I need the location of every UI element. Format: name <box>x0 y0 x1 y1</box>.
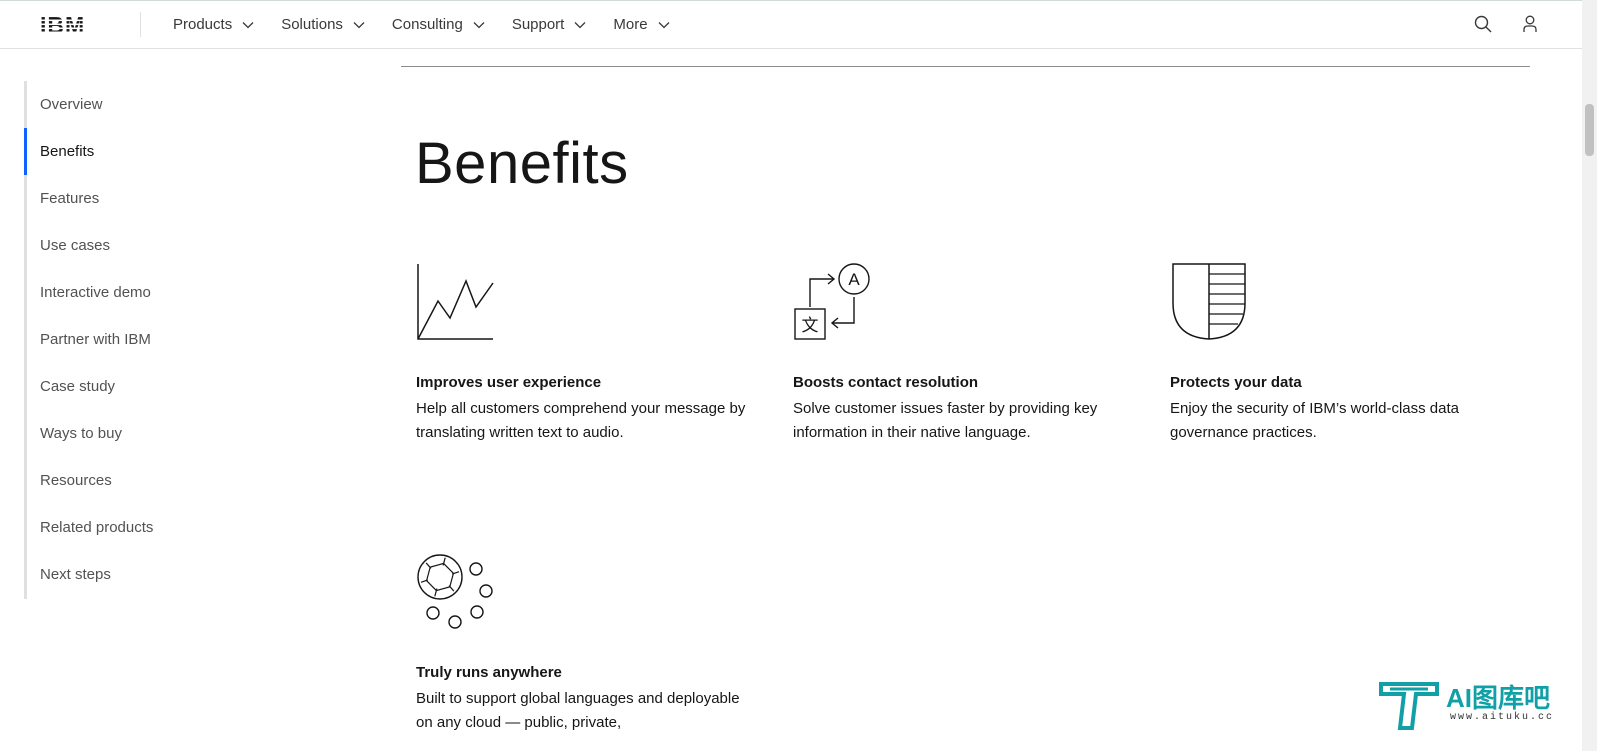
sidenav-benefits[interactable]: Benefits <box>27 128 247 175</box>
benefit-card: A 文 Boosts contact resolution Solve cust… <box>793 263 1123 453</box>
svg-text:文: 文 <box>802 316 819 336</box>
sidenav-use-cases[interactable]: Use cases <box>27 222 247 269</box>
watermark-text: AI图库吧 <box>1446 683 1551 713</box>
sidenav-label: Case study <box>40 378 116 395</box>
sidenav-resources[interactable]: Resources <box>27 457 247 504</box>
sidenav-related-products[interactable]: Related products <box>27 504 247 551</box>
benefit-title: Improves user experience <box>416 374 602 391</box>
sidenav-label: Partner with IBM <box>40 331 151 348</box>
nav-more[interactable]: More <box>600 0 683 49</box>
sidenav-interactive-demo[interactable]: Interactive demo <box>27 269 247 316</box>
sidenav-partner[interactable]: Partner with IBM <box>27 316 247 363</box>
sidenav-label: Ways to buy <box>40 425 122 442</box>
watermark: AI图库吧 www.aituku.cc <box>1378 676 1558 736</box>
sidenav-ways-to-buy[interactable]: Ways to buy <box>27 410 247 457</box>
chart-line-icon <box>417 264 494 340</box>
chevron-down-icon <box>658 21 670 28</box>
nav-support[interactable]: Support <box>499 0 601 49</box>
chevron-down-icon <box>242 21 254 28</box>
ibm-logo[interactable]: IBM <box>40 13 100 37</box>
scrollbar-thumb[interactable] <box>1585 104 1594 156</box>
benefit-description: Built to support global languages and de… <box>416 690 740 731</box>
sidenav-label: Overview <box>40 96 103 113</box>
nav-label: Products <box>173 16 233 33</box>
page-title: Benefits <box>415 131 629 196</box>
chevron-down-icon <box>574 21 586 28</box>
benefit-card: Truly runs anywhere Built to support glo… <box>416 553 746 743</box>
benefit-card: Improves user experience Help all custom… <box>416 263 746 453</box>
user-icon[interactable] <box>1520 14 1540 34</box>
benefit-description: Solve customer issues faster by providin… <box>793 400 1098 441</box>
svg-text:A: A <box>848 270 860 289</box>
chevron-down-icon <box>353 21 365 28</box>
nav-label: More <box>613 16 648 33</box>
cloud-network-icon <box>417 554 493 629</box>
nav-label: Solutions <box>281 16 343 33</box>
page-scrollbar[interactable] <box>1582 0 1597 751</box>
nav-consulting[interactable]: Consulting <box>379 0 499 49</box>
sidenav-features[interactable]: Features <box>27 175 247 222</box>
main-nav: Products Solutions Consulting Support Mo… <box>160 0 684 49</box>
sidenav-label: Interactive demo <box>40 284 151 301</box>
logo-stripes <box>40 15 100 34</box>
nav-label: Consulting <box>391 16 463 33</box>
side-navigation: Overview Benefits Features Use cases Int… <box>24 81 244 599</box>
watermark-logo-icon <box>1379 682 1439 730</box>
benefit-title: Protects your data <box>1170 374 1302 391</box>
nav-solutions[interactable]: Solutions <box>268 0 379 49</box>
sidenav-next-steps[interactable]: Next steps <box>27 551 247 598</box>
section-divider <box>401 66 1530 67</box>
shield-icon <box>1172 263 1246 340</box>
benefit-title: Truly runs anywhere <box>416 664 562 681</box>
nav-products[interactable]: Products <box>160 0 268 49</box>
benefit-title: Boosts contact resolution <box>793 374 979 391</box>
benefit-description: Enjoy the security of IBM’s world-class … <box>1170 400 1460 441</box>
sidenav-label: Benefits <box>40 143 95 160</box>
sidenav-label: Related products <box>40 519 154 536</box>
sidenav-label: Features <box>40 190 100 207</box>
sidenav-label: Resources <box>40 472 112 489</box>
logo-divider <box>140 12 141 37</box>
nav-label: Support <box>511 16 565 33</box>
sidenav-overview[interactable]: Overview <box>27 81 247 128</box>
watermark-url: www.aituku.cc <box>1450 712 1555 723</box>
chevron-down-icon <box>473 21 485 28</box>
benefit-description: Help all customers comprehend your messa… <box>416 400 746 441</box>
sidenav-label: Next steps <box>40 566 111 583</box>
search-icon[interactable] <box>1473 14 1493 34</box>
sidenav-case-study[interactable]: Case study <box>27 363 247 410</box>
sidenav-label: Use cases <box>40 237 111 254</box>
benefit-card: Protects your data Enjoy the security of… <box>1170 263 1500 453</box>
translate-icon: A 文 <box>794 263 870 340</box>
masthead: IBM Products Solutions Consulting Suppor… <box>0 0 1582 49</box>
